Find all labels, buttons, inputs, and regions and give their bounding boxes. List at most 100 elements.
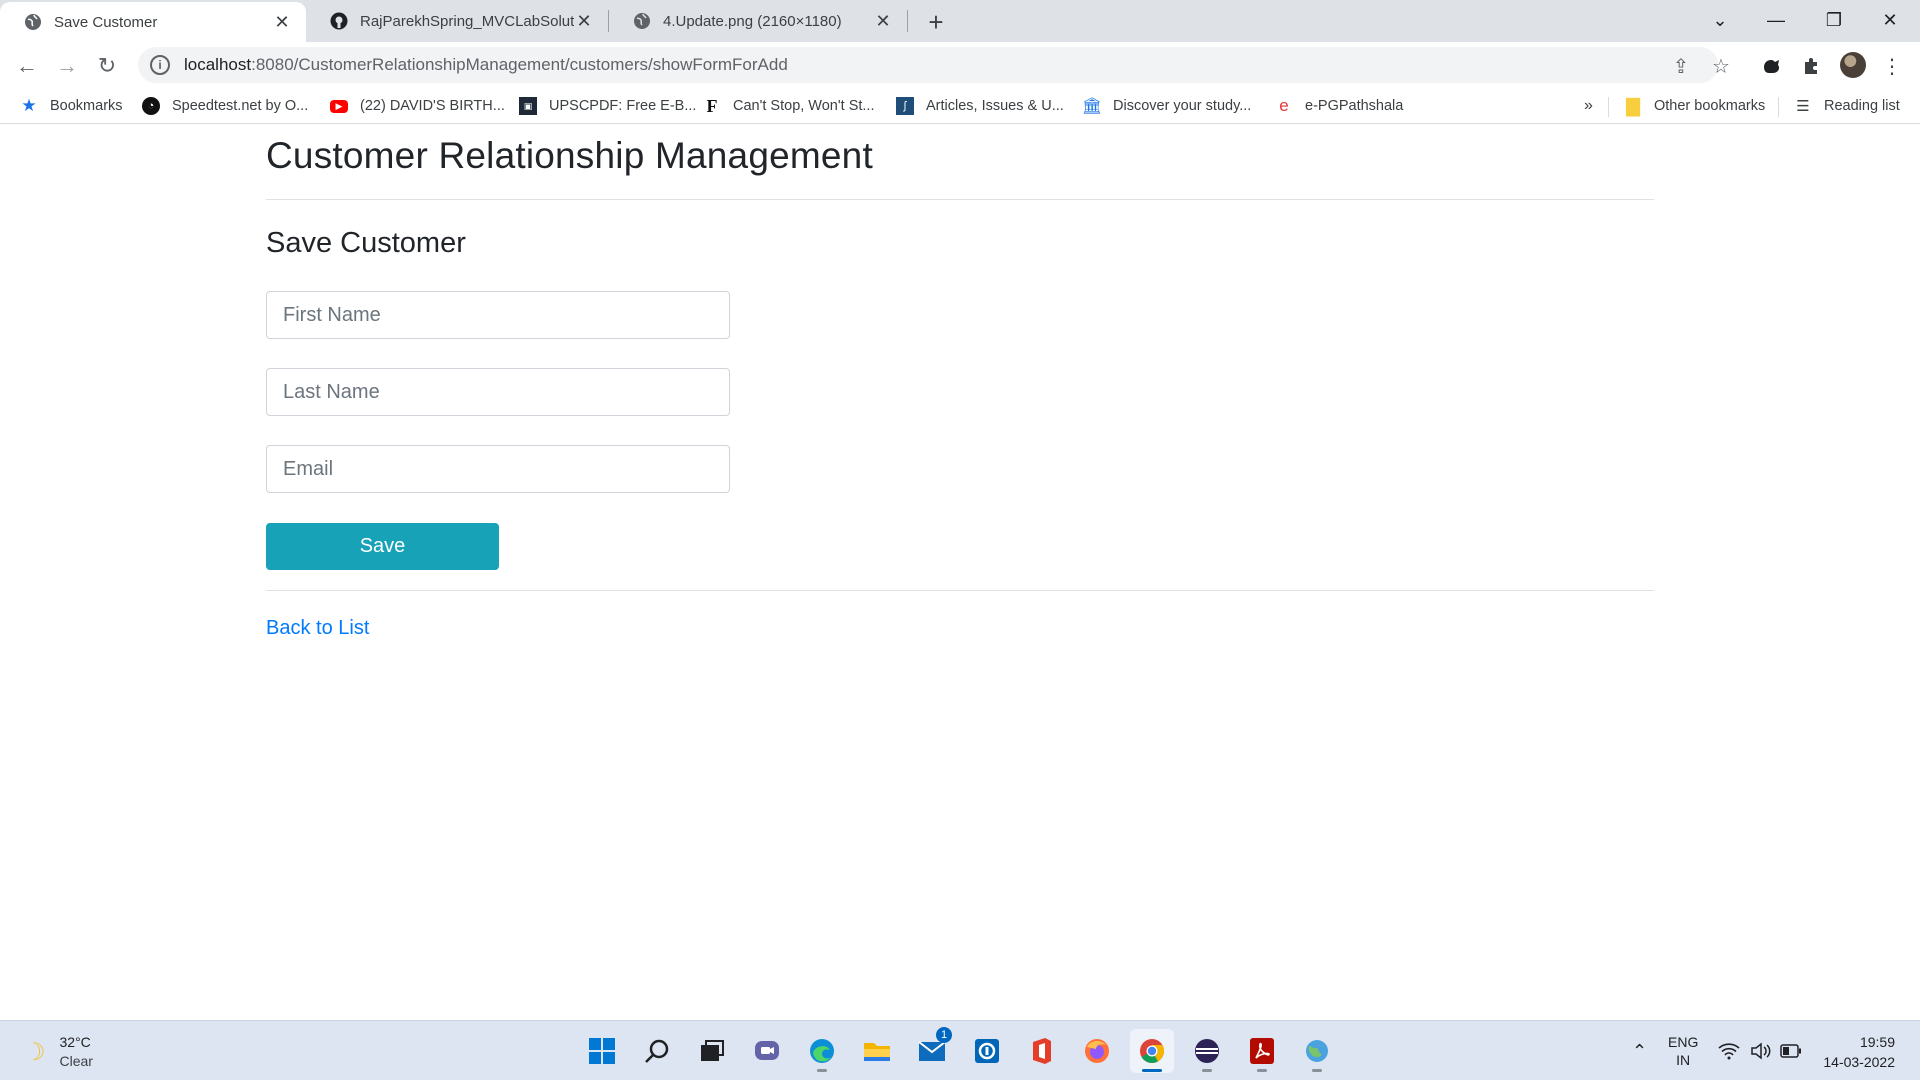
bookmarks-bar: ★ Bookmarks ◔ Speedtest.net by O... ▶ (2… xyxy=(0,88,1920,124)
epg-icon: e xyxy=(1279,96,1289,115)
bookmark-epgpathshala[interactable]: e e-PGPathshala xyxy=(1275,88,1403,124)
tab-title: RajParekhSpring_MVCLabSolution xyxy=(360,12,574,30)
task-view-icon xyxy=(701,1040,724,1061)
wifi-icon[interactable] xyxy=(1718,1021,1740,1080)
share-icon[interactable]: ⇪ xyxy=(1670,55,1692,78)
start-button[interactable] xyxy=(580,1029,624,1073)
puzzle-icon xyxy=(1805,58,1817,74)
wifi-glyph xyxy=(1718,1043,1740,1060)
bookmark-label: Discover your study... xyxy=(1113,98,1252,114)
close-tab-icon[interactable]: ✕ xyxy=(272,12,292,32)
new-tab-button[interactable]: + xyxy=(922,7,950,37)
bookmark-speedtest[interactable]: ◔ Speedtest.net by O... xyxy=(142,88,308,124)
office-icon xyxy=(1033,1038,1051,1064)
folder-icon xyxy=(864,1043,890,1061)
language-line1: ENG xyxy=(1668,1034,1699,1050)
extension-puzzle-alt-icon[interactable] xyxy=(1760,54,1784,78)
teams-chat[interactable] xyxy=(745,1029,789,1073)
globe-icon xyxy=(25,14,41,30)
address-bar[interactable]: i localhost:8080/CustomerRelationshipMan… xyxy=(138,47,1730,83)
bookmarks-divider xyxy=(1608,97,1609,117)
firefox-browser[interactable] xyxy=(1075,1029,1119,1073)
back-arrow-icon[interactable]: ← xyxy=(12,51,42,81)
bookmarks-divider xyxy=(1778,97,1779,117)
github-icon xyxy=(330,12,348,30)
email-input[interactable] xyxy=(266,445,730,493)
weather-temp: 32°C xyxy=(59,1034,91,1050)
running-indicator xyxy=(1312,1069,1322,1072)
acrobat-reader[interactable] xyxy=(1240,1029,1284,1073)
battery-icon[interactable] xyxy=(1780,1021,1802,1080)
divider xyxy=(266,590,1654,591)
bookmark-youtube[interactable]: ▶ (22) DAVID'S BIRTH... xyxy=(330,88,505,124)
reload-icon[interactable]: ↻ xyxy=(92,51,122,81)
eclipse-icon xyxy=(1195,1039,1219,1063)
language-line2: IN xyxy=(1676,1052,1691,1068)
running-indicator xyxy=(1202,1069,1212,1072)
speedtest-icon: ◔ xyxy=(142,97,160,115)
firefox-icon xyxy=(1085,1039,1109,1063)
taskbar-search[interactable] xyxy=(635,1029,679,1073)
plugin-icon xyxy=(1764,60,1779,73)
tab-title: Save Customer xyxy=(54,13,158,31)
running-indicator xyxy=(1142,1069,1162,1072)
close-window-button[interactable]: ✕ xyxy=(1862,0,1918,40)
first-name-input[interactable] xyxy=(266,291,730,339)
battery-glyph xyxy=(1780,1044,1801,1058)
folder-icon: ▇ xyxy=(1626,95,1640,116)
bookmark-bookmarks[interactable]: ★ Bookmarks xyxy=(20,88,123,124)
close-tab-icon[interactable]: ✕ xyxy=(574,11,594,31)
show-hidden-icons-chevron[interactable]: ⌃ xyxy=(1632,1021,1647,1080)
bookmark-label: Bookmarks xyxy=(50,98,123,114)
youtube-icon: ▶ xyxy=(330,99,348,113)
edge-browser[interactable] xyxy=(800,1029,844,1073)
bookmark-star-icon[interactable]: ☆ xyxy=(1710,55,1732,78)
volume-icon[interactable] xyxy=(1750,1021,1772,1080)
minimize-button[interactable]: — xyxy=(1748,0,1804,40)
back-to-list-link[interactable]: Back to List xyxy=(266,617,369,640)
task-view[interactable] xyxy=(690,1029,734,1073)
menu-kebab-icon[interactable]: ⋮ xyxy=(1880,54,1904,78)
address-url[interactable]: localhost:8080/CustomerRelationshipManag… xyxy=(184,55,788,75)
clock-time: 19:59 xyxy=(1859,1034,1895,1050)
tab-save-customer[interactable]: Save Customer ✕ xyxy=(0,2,306,42)
tab-strip: Save Customer ✕ RajParekhSpring_MVCLabSo… xyxy=(0,0,1920,42)
tab-github[interactable]: RajParekhSpring_MVCLabSolution ✕ xyxy=(306,0,608,42)
close-tab-icon[interactable]: ✕ xyxy=(873,11,893,31)
app-store[interactable] xyxy=(965,1029,1009,1073)
restore-button[interactable]: ❐ xyxy=(1806,0,1862,40)
extensions-puzzle-icon[interactable] xyxy=(1800,54,1824,78)
bookmarks-overflow-chevron[interactable]: » xyxy=(1584,88,1593,124)
maps-app[interactable] xyxy=(1295,1029,1339,1073)
bookmark-other-bookmarks[interactable]: ▇ Other bookmarks xyxy=(1624,88,1765,124)
save-button[interactable]: Save xyxy=(266,523,499,570)
moon-icon: ☽ xyxy=(24,1038,46,1066)
system-clock[interactable]: 19:59 14-03-2022 xyxy=(1815,1032,1895,1072)
bookmark-upscpdf[interactable]: ▣ UPSCPDF: Free E-B... xyxy=(519,88,696,124)
tab-search-icon[interactable]: ⌄ xyxy=(1692,0,1748,40)
bookmark-discover[interactable]: 🏛 Discover your study... xyxy=(1082,88,1252,124)
forward-arrow-icon[interactable]: → xyxy=(52,51,82,81)
file-explorer[interactable] xyxy=(855,1029,899,1073)
reading-list-button[interactable]: ☰ Reading list xyxy=(1794,88,1900,124)
tab-title: 4.Update.png (2160×1180) xyxy=(663,12,842,30)
eclipse-ide[interactable] xyxy=(1185,1029,1229,1073)
clock-date: 14-03-2022 xyxy=(1823,1054,1895,1070)
windows-logo-icon xyxy=(589,1038,615,1064)
bookmark-label: (22) DAVID'S BIRTH... xyxy=(360,98,505,114)
bookmark-cant-stop[interactable]: F Can't Stop, Won't St... xyxy=(703,88,875,124)
edge-icon xyxy=(810,1039,834,1063)
journal-icon: ʃ xyxy=(896,97,914,115)
bookmark-articles[interactable]: ʃ Articles, Issues & U... xyxy=(896,88,1064,124)
profile-avatar[interactable] xyxy=(1840,52,1866,78)
bookmark-label: Reading list xyxy=(1824,98,1900,114)
last-name-input[interactable] xyxy=(266,368,730,416)
chrome-browser[interactable] xyxy=(1130,1029,1174,1073)
office-app[interactable] xyxy=(1020,1029,1064,1073)
mail-badge: 1 xyxy=(936,1027,952,1043)
language-indicator[interactable]: ENG IN xyxy=(1668,1021,1698,1080)
weather-widget[interactable]: ☽ 32°C Clear xyxy=(24,1033,93,1071)
tab-image[interactable]: 4.Update.png (2160×1180) ✕ xyxy=(609,0,907,42)
mail-app[interactable]: 1 xyxy=(910,1027,954,1073)
site-info-icon[interactable]: i xyxy=(150,55,170,75)
